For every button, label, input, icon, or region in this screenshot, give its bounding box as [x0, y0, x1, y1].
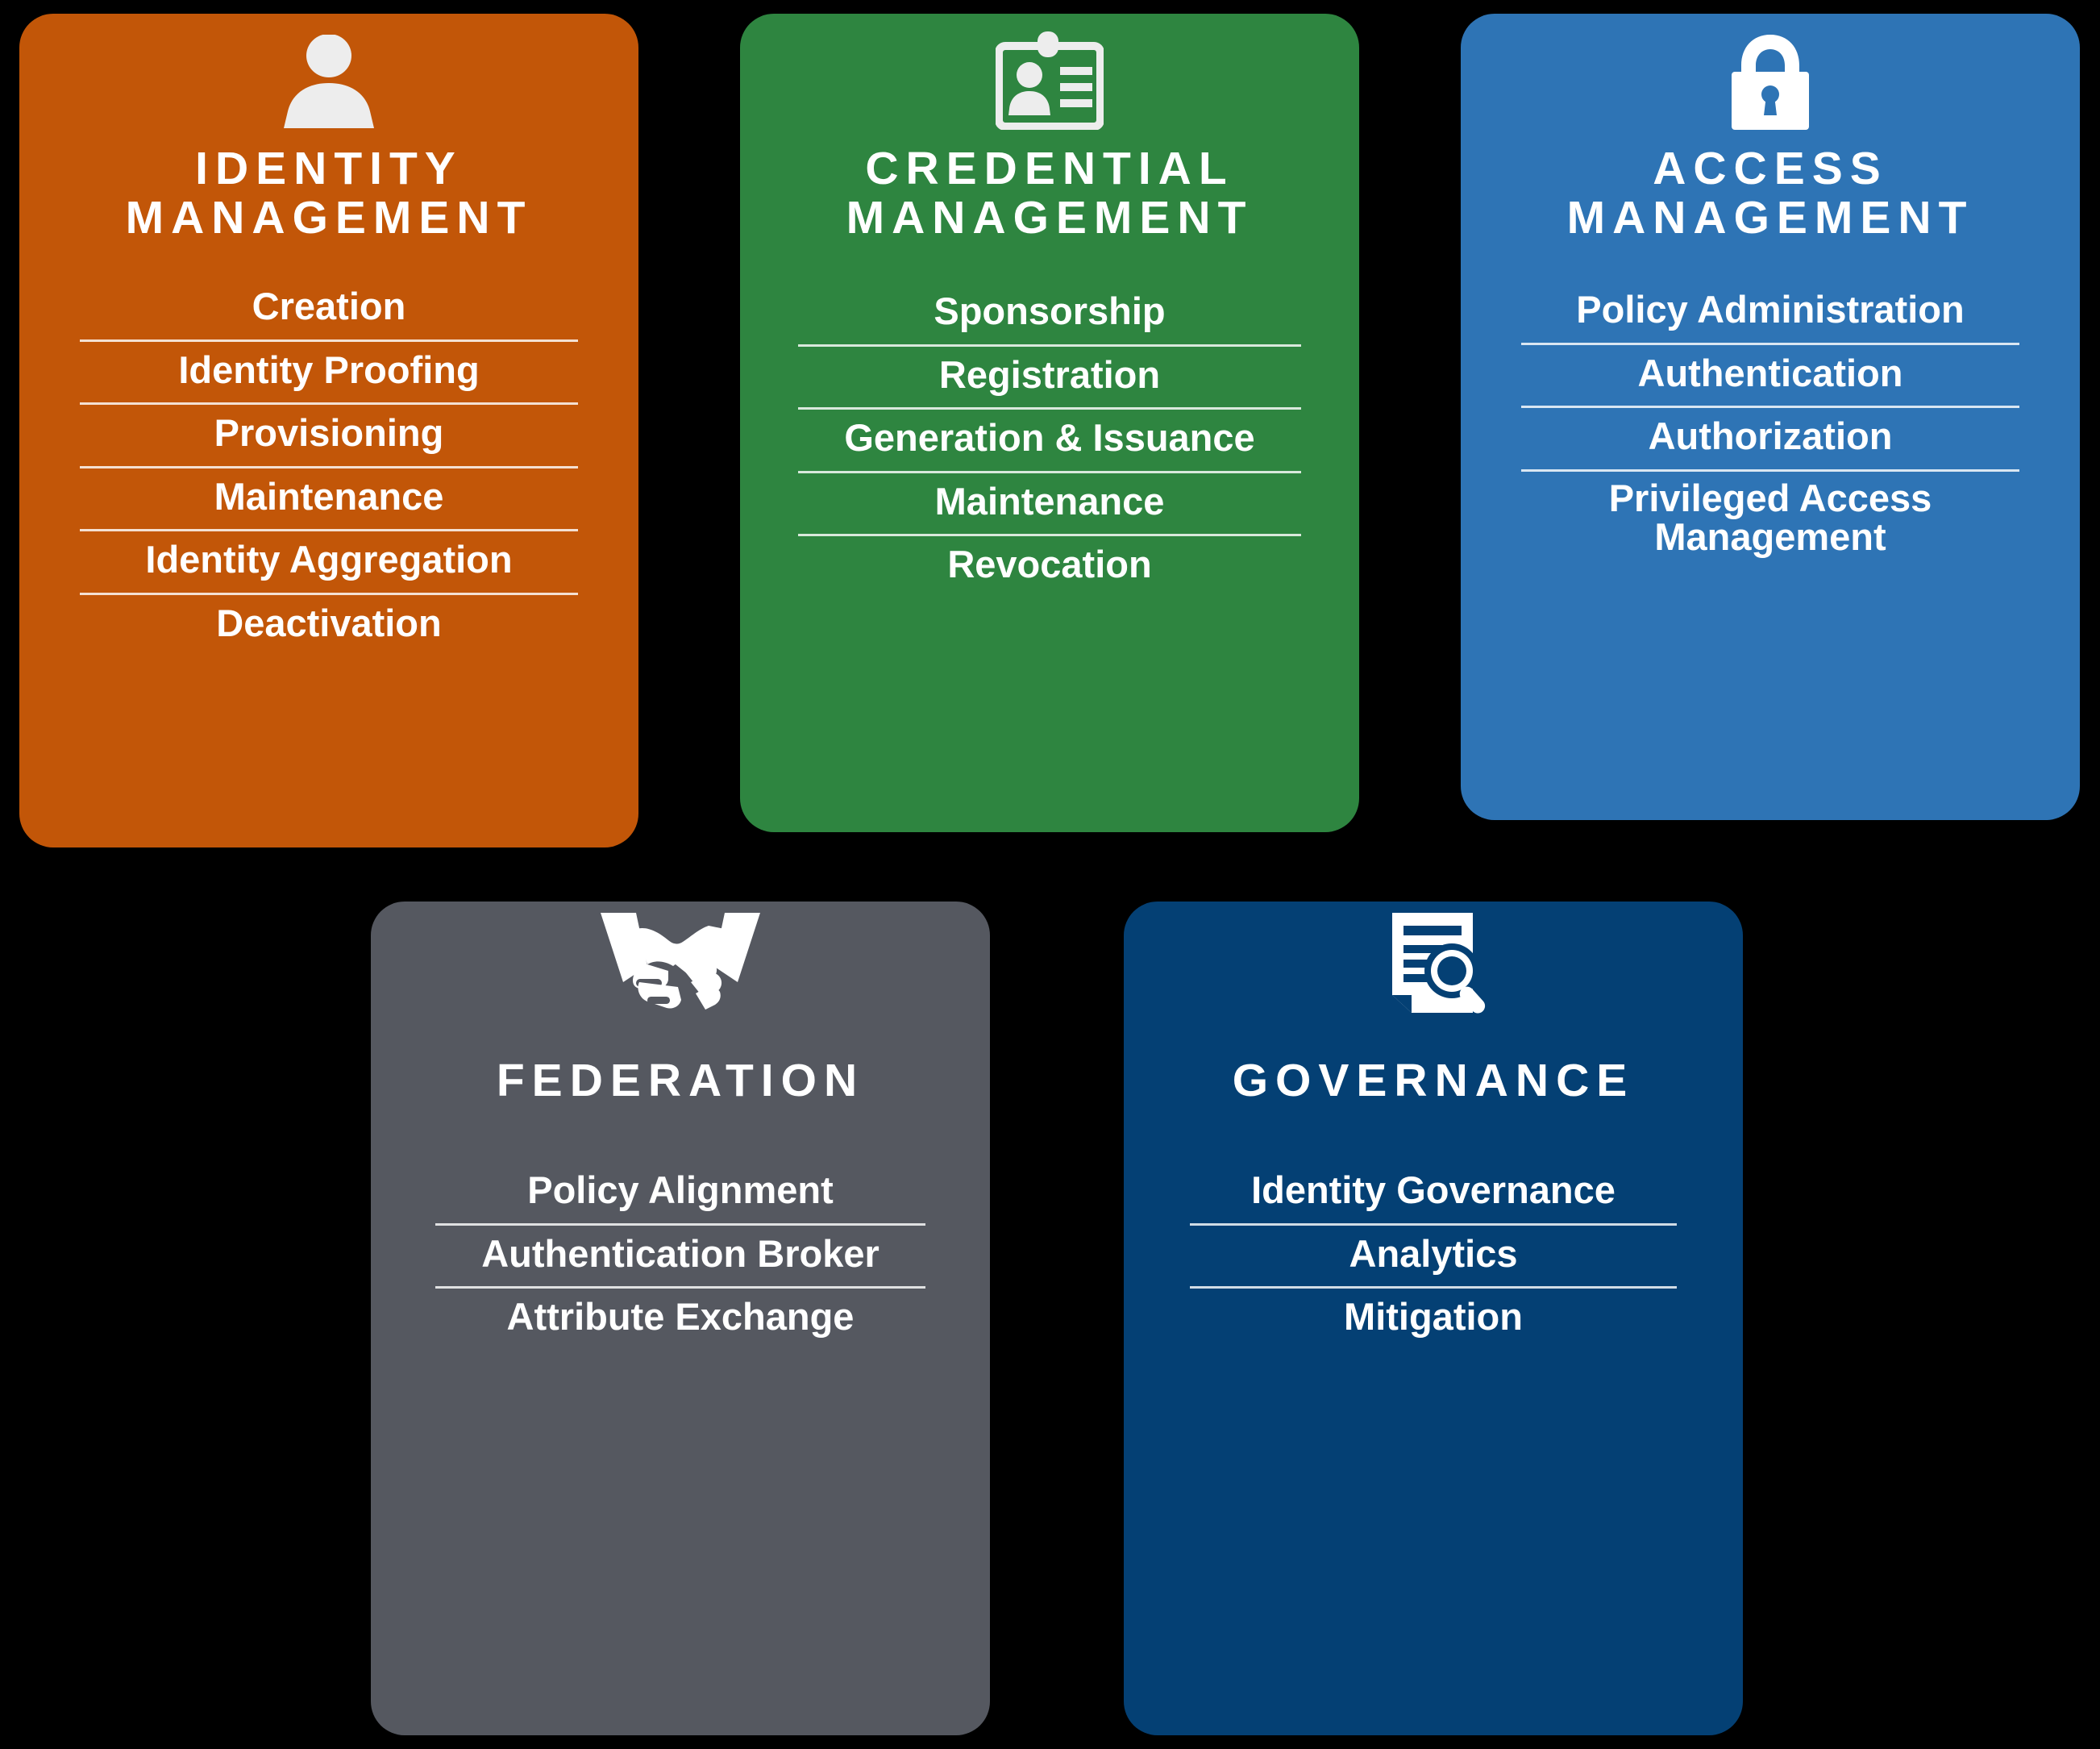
- capability-list: Policy Administration Authentication Aut…: [1461, 281, 2080, 568]
- id-badge-icon: [996, 31, 1104, 130]
- card-title: FEDERATION: [496, 1055, 865, 1106]
- list-item: Attribute Exchange: [506, 1295, 855, 1339]
- list-item: Privileged Access Management: [1608, 476, 1932, 558]
- list-item: Maintenance: [214, 474, 444, 518]
- list-item: Identity Proofing: [178, 348, 480, 391]
- person-icon: [277, 33, 380, 130]
- capability-list: Creation Identity Proofing Provisioning …: [19, 278, 638, 656]
- card-title: IDENTITY MANAGEMENT: [125, 143, 533, 244]
- list-item: Creation: [252, 284, 406, 327]
- list-item: Policy Administration: [1576, 287, 1965, 331]
- list-item: Generation & Issuance: [844, 416, 1255, 460]
- capability-list: Sponsorship Registration Generation & Is…: [740, 283, 1359, 598]
- card-access-management[interactable]: ACCESS MANAGEMENT Policy Administration …: [1461, 14, 2080, 820]
- card-credential-management[interactable]: CREDENTIAL MANAGEMENT Sponsorship Regist…: [740, 14, 1359, 832]
- handshake-icon: [597, 913, 763, 1018]
- list-item: Sponsorship: [934, 289, 1166, 332]
- list-item: Identity Aggregation: [145, 538, 513, 581]
- list-item: Provisioning: [214, 411, 444, 455]
- card-title: GOVERNANCE: [1232, 1055, 1635, 1106]
- list-item: Authorization: [1648, 414, 1893, 458]
- document-search-icon: [1381, 913, 1486, 1018]
- list-item: Analytics: [1349, 1231, 1518, 1275]
- list-item: Authentication: [1637, 351, 1903, 394]
- padlock-icon: [1724, 33, 1817, 130]
- capability-list: Policy Alignment Authentication Broker A…: [371, 1162, 990, 1350]
- list-item: Maintenance: [934, 479, 1165, 523]
- card-governance[interactable]: GOVERNANCE Identity Governance Analytics…: [1124, 902, 1743, 1735]
- idam-capability-diagram: IDENTITY MANAGEMENT Creation Identity Pr…: [0, 0, 2100, 1749]
- list-item: Revocation: [947, 543, 1152, 586]
- list-item: Authentication Broker: [481, 1231, 880, 1275]
- list-item: Deactivation: [216, 602, 442, 645]
- card-title: ACCESS MANAGEMENT: [1566, 143, 1974, 244]
- list-item: Registration: [938, 352, 1161, 396]
- list-item: Policy Alignment: [527, 1168, 834, 1211]
- card-identity-management[interactable]: IDENTITY MANAGEMENT Creation Identity Pr…: [19, 14, 638, 847]
- card-title: CREDENTIAL MANAGEMENT: [846, 143, 1254, 244]
- list-item: Identity Governance: [1251, 1168, 1616, 1211]
- card-federation[interactable]: FEDERATION Policy Alignment Authenticati…: [371, 902, 990, 1735]
- list-item: Mitigation: [1344, 1295, 1523, 1339]
- capability-list: Identity Governance Analytics Mitigation: [1124, 1162, 1743, 1350]
